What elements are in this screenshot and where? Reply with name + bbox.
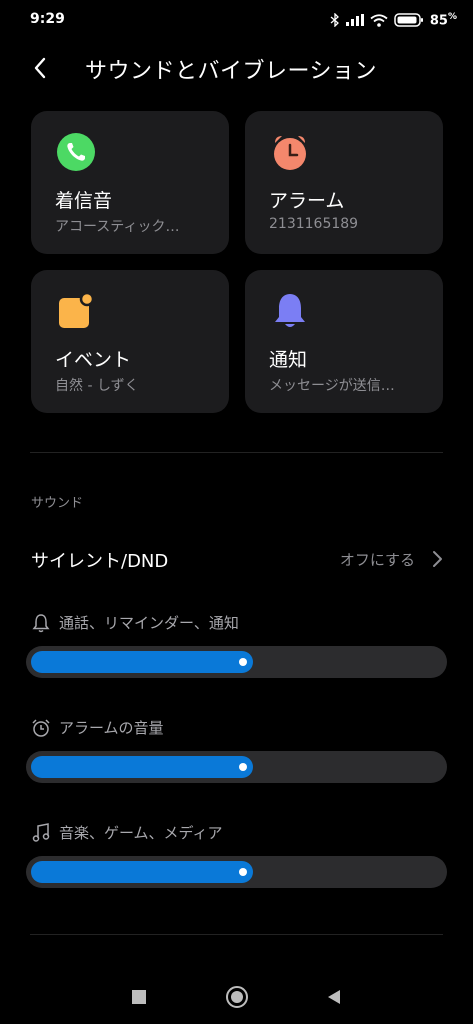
volume-knob[interactable] xyxy=(239,868,247,876)
card-ringtone[interactable]: 着信音 アコースティック… xyxy=(31,111,229,254)
chevron-left-icon xyxy=(34,57,46,79)
triangle-left-icon xyxy=(328,990,340,1004)
phone-icon xyxy=(55,131,97,173)
card-subtitle: 2131165189 xyxy=(269,216,359,232)
volume-label-alarm: アラームの音量 xyxy=(31,717,164,738)
chevron-right-icon xyxy=(433,551,442,567)
square-icon xyxy=(132,990,146,1004)
card-event[interactable]: イベント 自然 - しずく xyxy=(31,270,229,413)
card-alarm[interactable]: アラーム 2131165189 xyxy=(245,111,443,254)
volume-label-text: 音楽、ゲーム、メディア xyxy=(59,824,223,842)
header: サウンドとバイブレーション xyxy=(0,48,473,88)
battery-level: 85% xyxy=(429,11,457,29)
bell-icon xyxy=(269,290,311,332)
alarm-outline-icon xyxy=(31,718,51,738)
status-icons: 85% xyxy=(330,10,457,30)
card-title: アラーム xyxy=(269,190,345,212)
volume-knob[interactable] xyxy=(239,658,247,666)
card-title: 着信音 xyxy=(55,190,113,212)
music-note-icon xyxy=(31,822,51,843)
volume-slider-media[interactable] xyxy=(26,856,447,888)
volume-label-media: 音楽、ゲーム、メディア xyxy=(31,822,223,843)
divider xyxy=(30,452,443,453)
dnd-value: オフにする xyxy=(339,551,415,569)
card-notification[interactable]: 通知 メッセージが送信… xyxy=(245,270,443,413)
volume-label-text: 通話、リマインダー、通知 xyxy=(59,614,239,632)
bell-outline-icon xyxy=(31,613,51,633)
divider xyxy=(30,934,443,935)
event-icon xyxy=(55,290,97,332)
alarm-clock-icon xyxy=(269,131,311,173)
volume-fill xyxy=(31,756,253,778)
volume-label-ring: 通話、リマインダー、通知 xyxy=(31,612,239,633)
back-nav-button[interactable] xyxy=(320,983,348,1011)
card-subtitle: 自然 - しずく xyxy=(55,378,139,394)
home-button[interactable] xyxy=(223,983,251,1011)
bluetooth-icon xyxy=(330,13,340,27)
volume-slider-ring[interactable] xyxy=(26,646,447,678)
card-subtitle: アコースティック… xyxy=(55,219,180,235)
volume-knob[interactable] xyxy=(239,763,247,771)
volume-slider-alarm[interactable] xyxy=(26,751,447,783)
status-time: 9:29 xyxy=(30,11,65,27)
battery-icon xyxy=(394,13,424,27)
card-title: イベント xyxy=(55,349,132,371)
recents-button[interactable] xyxy=(125,983,153,1011)
status-bar: 9:29 85% xyxy=(0,0,473,40)
dnd-row[interactable]: サイレント/DND オフにする xyxy=(0,537,473,581)
section-label: サウンド xyxy=(31,496,84,511)
volume-fill xyxy=(31,651,253,673)
circle-icon xyxy=(226,986,248,1008)
page-title: サウンドとバイブレーション xyxy=(85,59,378,84)
volume-fill xyxy=(31,861,253,883)
wifi-icon xyxy=(370,13,388,27)
card-title: 通知 xyxy=(269,349,308,371)
card-subtitle: メッセージが送信… xyxy=(269,378,395,394)
dnd-label: サイレント/DND xyxy=(31,551,169,572)
volume-label-text: アラームの音量 xyxy=(59,719,164,737)
signal-icon xyxy=(345,14,364,26)
back-button[interactable] xyxy=(26,54,54,82)
navigation-bar xyxy=(0,965,473,1024)
